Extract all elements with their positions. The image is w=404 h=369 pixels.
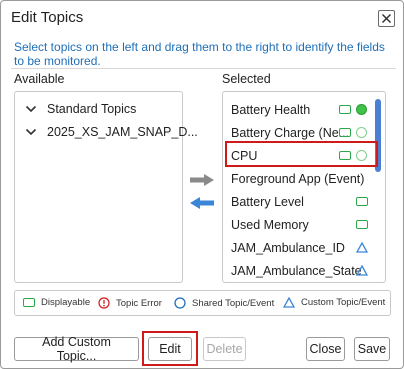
- legend-label: Custom Topic/Event: [301, 297, 386, 308]
- tree-node-standard-topics[interactable]: Standard Topics: [25, 99, 136, 119]
- list-item[interactable]: Battery Level: [231, 192, 371, 212]
- tree-node-snap[interactable]: 2025_XS_JAM_SNAP_D...: [25, 122, 198, 142]
- displayable-icon: [356, 220, 368, 229]
- list-item-label: JAM_Ambulance_ID: [231, 241, 345, 255]
- list-item-label: CPU: [231, 149, 258, 163]
- displayable-icon: [339, 105, 351, 114]
- legend-displayable: Displayable: [23, 297, 90, 308]
- legend-custom: Custom Topic/Event: [283, 297, 385, 308]
- scrollbar-thumb[interactable]: [375, 99, 381, 172]
- instructions-text: Select topics on the left and drag them …: [14, 40, 385, 68]
- chevron-down-icon[interactable]: [25, 103, 37, 115]
- save-button[interactable]: Save: [354, 337, 390, 361]
- chevron-down-icon[interactable]: [25, 126, 37, 138]
- list-item-label: Used Memory: [231, 218, 309, 232]
- tree-node-label: Standard Topics: [47, 102, 137, 116]
- add-custom-topic-button[interactable]: Add Custom Topic...: [14, 335, 139, 363]
- list-item-label: JAM_Ambulance_State: [231, 264, 362, 278]
- selected-topics-panel[interactable]: Battery Health Battery Charge (Ne... CPU…: [222, 91, 386, 283]
- title-bar: Edit Topics: [1, 1, 403, 37]
- displayable-icon: [339, 128, 351, 137]
- list-item-label: Foreground App (Event): [231, 172, 365, 186]
- list-item-label: Battery Charge (Ne...: [231, 126, 350, 140]
- legend-topic-error: Topic Error: [98, 297, 162, 309]
- custom-topic-icon: [356, 242, 368, 253]
- list-item-label: Battery Health: [231, 103, 311, 117]
- list-item-label: Battery Level: [231, 195, 304, 209]
- available-label: Available: [14, 72, 65, 86]
- close-button[interactable]: Close: [306, 337, 345, 361]
- shared-topic-icon: [174, 297, 186, 309]
- legend-label: Topic Error: [116, 297, 162, 309]
- custom-topic-icon: [283, 297, 295, 308]
- shared-topic-filled-icon: [356, 104, 367, 115]
- list-item[interactable]: JAM_Ambulance_State: [231, 261, 371, 281]
- available-topics-panel[interactable]: Standard Topics 2025_XS_JAM_SNAP_D...: [14, 91, 198, 283]
- error-icon: [98, 297, 110, 309]
- dialog-title: Edit Topics: [11, 9, 84, 26]
- edit-highlight-box: [142, 331, 198, 366]
- move-right-arrow-icon[interactable]: [189, 173, 215, 187]
- list-item[interactable]: Battery Health: [231, 100, 371, 120]
- legend-shared: Shared Topic/Event: [174, 297, 274, 309]
- legend-label: Displayable: [41, 297, 91, 308]
- displayable-icon: [356, 197, 368, 206]
- legend-label: Shared Topic/Event: [192, 297, 275, 309]
- shared-topic-icon: [356, 127, 367, 138]
- close-icon: [381, 13, 392, 24]
- tree-node-label: 2025_XS_JAM_SNAP_D...: [47, 125, 198, 139]
- displayable-icon: [339, 151, 351, 160]
- close-x-button[interactable]: [378, 10, 395, 27]
- list-item-cpu[interactable]: CPU: [231, 146, 371, 166]
- move-left-arrow-icon[interactable]: [189, 196, 215, 210]
- shared-topic-icon: [356, 150, 367, 161]
- list-item[interactable]: Foreground App (Event): [231, 169, 371, 189]
- displayable-icon: [23, 298, 35, 307]
- list-item[interactable]: Battery Charge (Ne...: [231, 123, 371, 143]
- list-item[interactable]: Used Memory: [231, 215, 371, 235]
- selected-label: Selected: [222, 72, 271, 86]
- legend: Displayable Topic Error Shared Topic/Eve…: [14, 290, 391, 316]
- custom-topic-icon: [356, 265, 368, 276]
- delete-button[interactable]: Delete: [203, 337, 246, 361]
- list-item[interactable]: JAM_Ambulance_ID: [231, 238, 371, 258]
- divider: [11, 68, 396, 69]
- edit-topics-dialog: Edit Topics Select topics on the left an…: [0, 0, 404, 369]
